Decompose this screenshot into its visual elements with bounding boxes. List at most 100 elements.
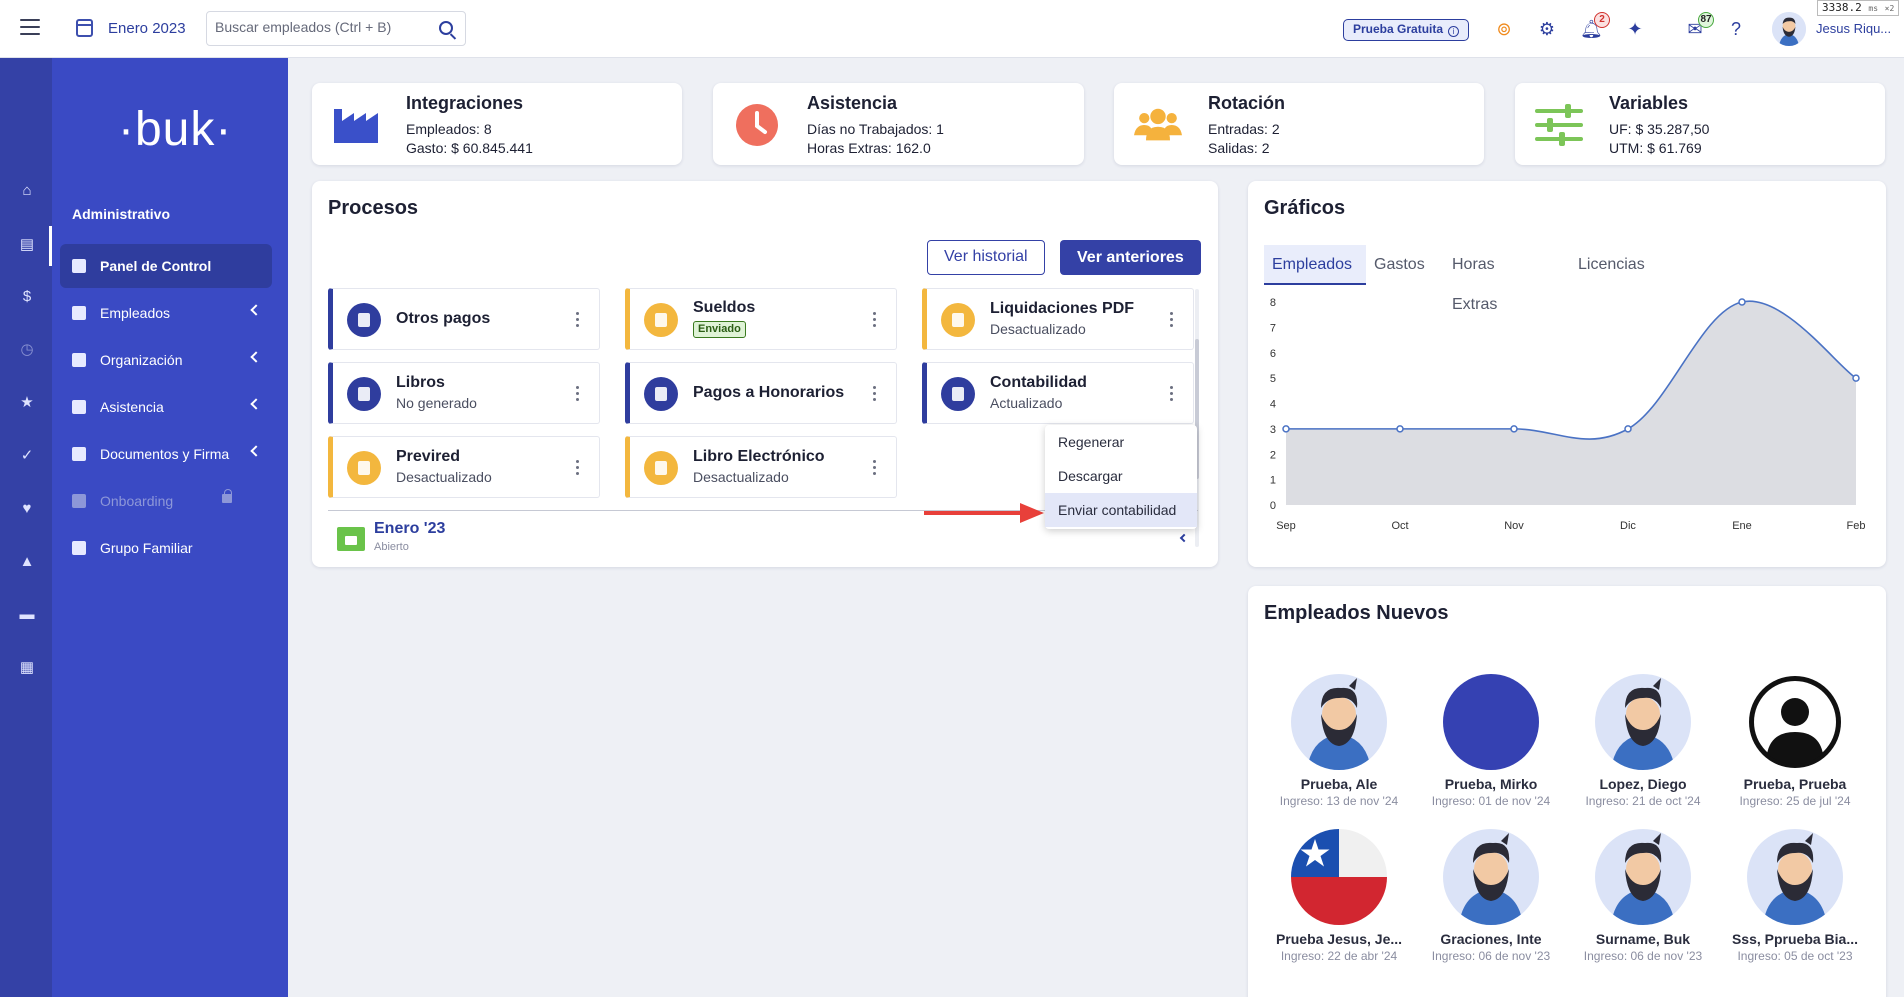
- kebab-menu-icon[interactable]: [1170, 386, 1173, 402]
- menu-item-enviar-contabilidad[interactable]: Enviar contabilidad: [1045, 493, 1197, 527]
- process-card-liquidaciones-pdf[interactable]: Liquidaciones PDF Desactualizado: [922, 288, 1194, 350]
- hamburger-menu-icon[interactable]: [20, 19, 40, 39]
- support-icon[interactable]: ⊚: [1493, 18, 1515, 40]
- trial-badge[interactable]: Prueba Gratuita i: [1343, 19, 1470, 41]
- menu-item-regenerar[interactable]: Regenerar: [1045, 425, 1197, 459]
- avatar[interactable]: [1443, 829, 1539, 925]
- employee-name[interactable]: Surname, Buk: [1568, 931, 1718, 947]
- sidebar: ·buk· Administrativo Panel de Control Em…: [52, 58, 288, 997]
- process-card-sueldos[interactable]: Sueldos Enviado: [625, 288, 897, 350]
- employee-name[interactable]: Prueba, Mirko: [1416, 776, 1566, 792]
- folder-icon[interactable]: ▬: [18, 606, 36, 624]
- avatar[interactable]: [1291, 674, 1387, 770]
- sidebar-item-empleados[interactable]: Empleados: [60, 291, 272, 335]
- kebab-menu-icon[interactable]: [576, 312, 579, 328]
- chart-point-oct[interactable]: [1396, 425, 1404, 433]
- chart-point-ene[interactable]: [1738, 298, 1746, 306]
- new-employee-item[interactable]: Prueba, Mirko Ingreso: 01 de nov '24: [1416, 674, 1566, 808]
- pin-icon[interactable]: ✦: [1624, 18, 1646, 40]
- kpi-card-asistencia[interactable]: Asistencia Días no Trabajados: 1 Horas E…: [713, 83, 1084, 165]
- kpi-card-variables[interactable]: Variables UF: $ 35.287,50 UTM: $ 61.769: [1515, 83, 1885, 165]
- heart-user-icon[interactable]: ♥: [18, 500, 36, 518]
- calculator-icon: [941, 377, 975, 411]
- home-icon[interactable]: ⌂: [18, 182, 36, 200]
- kebab-menu-icon[interactable]: [873, 386, 876, 402]
- kebab-menu-icon[interactable]: [1170, 312, 1173, 328]
- new-employee-item[interactable]: Prueba, Prueba Ingreso: 25 de jul '24: [1720, 674, 1870, 808]
- clipboard-icon[interactable]: ▤: [18, 236, 36, 254]
- buk-logo[interactable]: ·buk·: [118, 102, 232, 157]
- process-card-libro-electronico[interactable]: Libro Electrónico Desactualizado: [625, 436, 897, 498]
- employee-name[interactable]: Lopez, Diego: [1568, 776, 1718, 792]
- money-icon[interactable]: $: [18, 288, 36, 306]
- star-icon[interactable]: ★: [18, 394, 36, 412]
- receipt-icon: [644, 377, 678, 411]
- employee-name[interactable]: Sss, Pprueba Bia...: [1720, 931, 1870, 947]
- avatar[interactable]: [1291, 829, 1387, 925]
- avatar[interactable]: [1747, 674, 1843, 770]
- new-employees-card: Empleados Nuevos Prueba, Ale Ingreso: 13 …: [1248, 586, 1886, 997]
- chart-point-sep[interactable]: [1282, 425, 1290, 433]
- user-avatar[interactable]: [1772, 12, 1806, 46]
- sidebar-item-documentos[interactable]: Documentos y Firma: [60, 432, 272, 476]
- chevron-icon: [250, 351, 262, 363]
- chat-icon[interactable]: ✉ 87: [1684, 12, 1714, 40]
- e-book-icon: [644, 451, 678, 485]
- new-employee-item[interactable]: Surname, Buk Ingreso: 06 de nov '23: [1568, 829, 1718, 963]
- sidebar-item-panel-de-control[interactable]: Panel de Control: [60, 244, 272, 288]
- chart-point-feb[interactable]: [1852, 374, 1860, 382]
- avatar[interactable]: [1595, 674, 1691, 770]
- kebab-menu-icon[interactable]: [873, 312, 876, 328]
- new-employee-item[interactable]: Prueba, Ale Ingreso: 13 de nov '24: [1264, 674, 1414, 808]
- calendar-icon[interactable]: [76, 19, 93, 37]
- new-employee-item[interactable]: Sss, Pprueba Bia... Ingreso: 05 de oct '2…: [1720, 829, 1870, 963]
- sidebar-item-asistencia[interactable]: Asistencia: [60, 385, 272, 429]
- new-employee-item[interactable]: Graciones, Inte Ingreso: 06 de nov '23: [1416, 829, 1566, 963]
- bell-icon[interactable]: 🔔︎ 2: [1580, 12, 1610, 40]
- process-card-contabilidad[interactable]: Contabilidad Actualizado: [922, 362, 1194, 424]
- kebab-menu-icon[interactable]: [576, 460, 579, 476]
- new-employee-item[interactable]: Prueba Jesus, Je... Ingreso: 22 de abr '2…: [1264, 829, 1414, 963]
- employee-name[interactable]: Prueba Jesus, Je...: [1264, 931, 1414, 947]
- employee-name[interactable]: Prueba, Ale: [1264, 776, 1414, 792]
- graduation-icon[interactable]: ▲: [18, 553, 36, 571]
- user-check-icon[interactable]: ✓: [18, 447, 36, 465]
- kebab-menu-icon[interactable]: [873, 460, 876, 476]
- sidebar-item-organizacion[interactable]: Organización: [60, 338, 272, 382]
- sidebar-item-grupo-familiar[interactable]: Grupo Familiar: [60, 526, 272, 570]
- store-icon[interactable]: ▦: [18, 659, 36, 677]
- avatar[interactable]: [1747, 829, 1843, 925]
- search-icon[interactable]: [439, 21, 453, 35]
- kpi-line-1: UF: $ 35.287,50: [1609, 121, 1710, 137]
- user-name[interactable]: Jesus Riqu...: [1816, 21, 1891, 36]
- chart-point-dic[interactable]: [1624, 425, 1632, 433]
- kpi-card-rotacion[interactable]: Rotación Entradas: 2 Salidas: 2: [1114, 83, 1484, 165]
- avatar[interactable]: [1443, 674, 1539, 770]
- help-icon[interactable]: ?: [1725, 18, 1747, 40]
- menu-item-descargar[interactable]: Descargar: [1045, 459, 1197, 493]
- view-history-button[interactable]: Ver historial: [927, 240, 1045, 275]
- process-card-otros-pagos[interactable]: Otros pagos: [328, 288, 600, 350]
- kpi-card-integraciones[interactable]: Integraciones Empleados: 8 Gasto: $ 60.8…: [312, 83, 682, 165]
- period-selector[interactable]: Enero 2023: [108, 20, 186, 37]
- process-title: Contabilidad: [990, 374, 1087, 391]
- process-status: Desactualizado: [396, 469, 492, 485]
- clock-icon[interactable]: ◷: [18, 341, 36, 359]
- process-card-libros[interactable]: Libros No generado: [328, 362, 600, 424]
- gear-icon[interactable]: ⚙: [1536, 18, 1558, 40]
- employee-name[interactable]: Prueba, Prueba: [1720, 776, 1870, 792]
- kpi-line-2: Gasto: $ 60.845.441: [406, 140, 533, 156]
- process-card-pagos-honorarios[interactable]: Pagos a Honorarios: [625, 362, 897, 424]
- employee-name[interactable]: Graciones, Inte: [1416, 931, 1566, 947]
- search-input[interactable]: [215, 19, 415, 35]
- process-card-previred[interactable]: Previred Desactualizado: [328, 436, 600, 498]
- avatar[interactable]: [1595, 829, 1691, 925]
- chart-point-nov[interactable]: [1510, 425, 1518, 433]
- new-employee-item[interactable]: Lopez, Diego Ingreso: 21 de oct '24: [1568, 674, 1718, 808]
- kebab-menu-icon[interactable]: [576, 386, 579, 402]
- employee-search[interactable]: [206, 11, 466, 46]
- sidebar-item-onboarding[interactable]: Onboarding: [60, 479, 272, 523]
- period-name[interactable]: Enero '23: [374, 520, 445, 538]
- kpi-line-2: UTM: $ 61.769: [1609, 140, 1702, 156]
- view-previous-button[interactable]: Ver anteriores: [1060, 240, 1201, 275]
